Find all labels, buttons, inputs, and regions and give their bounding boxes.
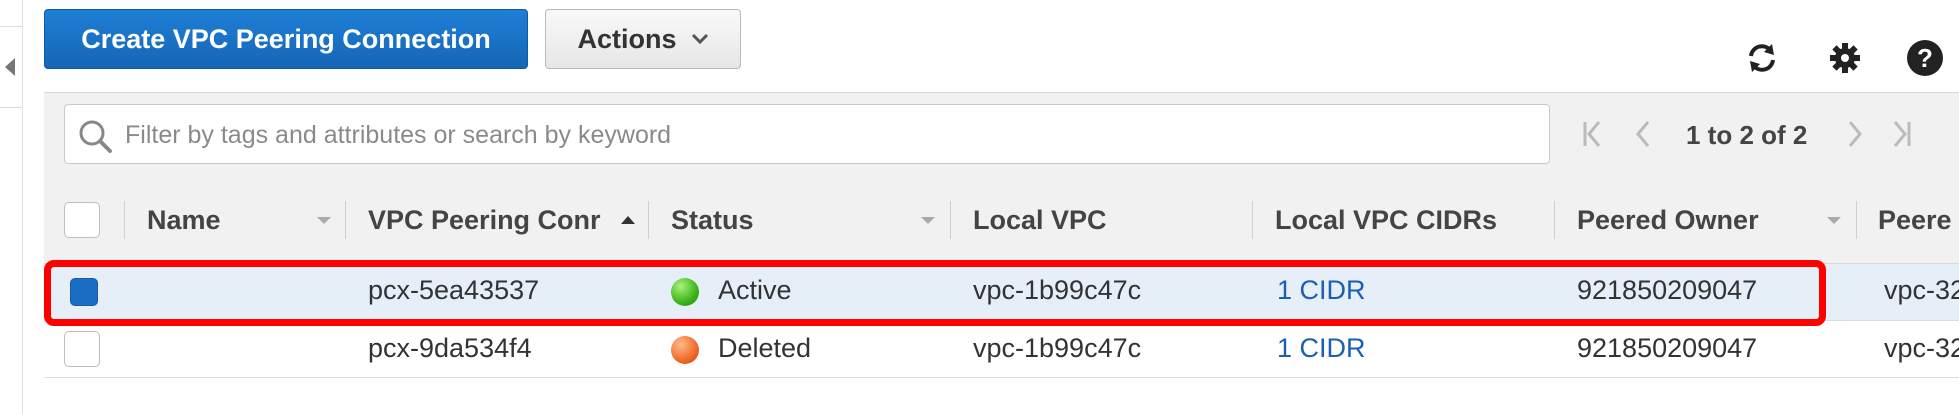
row-divider bbox=[44, 377, 1959, 378]
left-nav-divider bbox=[0, 107, 22, 108]
caret-down-icon[interactable] bbox=[1826, 214, 1842, 226]
actions-dropdown-button[interactable]: Actions bbox=[545, 9, 741, 69]
column-header-label: Name bbox=[147, 204, 221, 235]
local-vpc-cell: vpc-1b99c47c bbox=[973, 333, 1142, 363]
last-page-button[interactable] bbox=[1886, 116, 1916, 152]
column-header-peered-vpc[interactable]: Peere bbox=[1878, 177, 1959, 263]
column-divider bbox=[1252, 201, 1253, 239]
caret-left-icon bbox=[5, 58, 15, 76]
pagination-status: 1 to 2 of 2 bbox=[1686, 120, 1808, 150]
left-nav-strip bbox=[0, 0, 23, 414]
peered-owner-cell: 921850209047 bbox=[1577, 333, 1758, 363]
status-cell: Deleted bbox=[718, 333, 812, 363]
column-divider bbox=[345, 201, 346, 239]
next-page-button[interactable] bbox=[1840, 116, 1870, 152]
local-vpc-cell: vpc-1b99c47c bbox=[973, 275, 1142, 305]
first-page-icon bbox=[1583, 121, 1601, 147]
collapse-nav-button[interactable] bbox=[2, 52, 18, 82]
chevron-down-icon bbox=[691, 33, 708, 45]
caret-down-icon[interactable] bbox=[920, 214, 936, 226]
column-header-label: Local VPC CIDRs bbox=[1275, 204, 1498, 235]
svg-text:?: ? bbox=[1917, 43, 1933, 73]
refresh-icon bbox=[1749, 44, 1775, 72]
column-header-label: VPC Peering Conr bbox=[368, 204, 601, 235]
status-deleted-icon bbox=[671, 336, 699, 364]
gear-icon bbox=[1830, 43, 1860, 73]
peering-id-cell: pcx-5ea43537 bbox=[368, 275, 540, 305]
column-header-local-vpc-cidrs[interactable]: Local VPC CIDRs bbox=[1275, 177, 1545, 263]
left-nav-divider bbox=[0, 26, 22, 27]
previous-page-button[interactable] bbox=[1628, 116, 1658, 152]
column-header-label: Local VPC bbox=[973, 204, 1107, 235]
last-page-icon bbox=[1893, 121, 1911, 147]
peered-owner-cell: 921850209047 bbox=[1577, 275, 1758, 305]
column-divider bbox=[950, 201, 951, 239]
column-header-status[interactable]: Status bbox=[671, 177, 911, 263]
column-header-name[interactable]: Name bbox=[147, 177, 307, 263]
first-page-button[interactable] bbox=[1578, 116, 1608, 152]
peered-vpc-cell: vpc-32 bbox=[1884, 275, 1959, 305]
row-checkbox[interactable] bbox=[64, 331, 100, 367]
column-divider bbox=[1554, 201, 1555, 239]
chevron-right-icon bbox=[1848, 121, 1862, 147]
column-header-label: Status bbox=[671, 204, 754, 235]
column-divider bbox=[648, 201, 649, 239]
actions-label: Actions bbox=[577, 23, 677, 54]
refresh-button[interactable] bbox=[1742, 38, 1782, 78]
create-vpc-peering-connection-button[interactable]: Create VPC Peering Connection bbox=[44, 9, 528, 69]
search-icon bbox=[79, 120, 112, 153]
caret-down-icon[interactable] bbox=[316, 214, 332, 226]
select-all-checkbox[interactable] bbox=[64, 202, 100, 238]
column-header-local-vpc[interactable]: Local VPC bbox=[973, 177, 1243, 263]
chevron-left-icon bbox=[1636, 121, 1650, 147]
peered-vpc-cell: vpc-32 bbox=[1884, 333, 1959, 363]
column-divider bbox=[1856, 201, 1857, 239]
sort-ascending-icon[interactable] bbox=[620, 214, 636, 226]
column-header-peered-owner[interactable]: Peered Owner bbox=[1577, 177, 1817, 263]
help-button[interactable]: ? bbox=[1905, 38, 1945, 78]
help-icon: ? bbox=[1907, 40, 1943, 76]
column-divider bbox=[124, 201, 125, 239]
local-cidrs-link[interactable]: 1 CIDR bbox=[1277, 333, 1366, 364]
settings-button[interactable] bbox=[1825, 38, 1865, 78]
row-checkbox[interactable] bbox=[70, 278, 98, 306]
peering-id-cell: pcx-9da534f4 bbox=[368, 333, 532, 363]
column-header-peering-id[interactable]: VPC Peering Conr bbox=[368, 177, 618, 263]
search-input[interactable] bbox=[123, 105, 1537, 165]
column-header-label: Peere bbox=[1878, 204, 1952, 235]
status-active-icon bbox=[671, 278, 699, 306]
local-cidrs-link[interactable]: 1 CIDR bbox=[1277, 275, 1366, 306]
column-header-label: Peered Owner bbox=[1577, 204, 1759, 235]
status-cell: Active bbox=[718, 275, 792, 305]
search-box[interactable] bbox=[64, 104, 1550, 165]
